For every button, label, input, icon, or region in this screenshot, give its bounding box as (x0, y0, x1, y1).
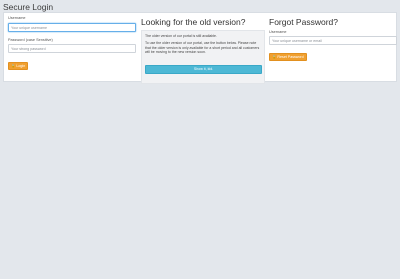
forgot-password-heading: Forgot Password? (269, 17, 338, 27)
old-version-section: Looking for the old version? The older v… (141, 13, 265, 84)
username-input[interactable]: Your unique username (8, 23, 136, 32)
login-section: Username Your unique username Password (… (8, 13, 136, 81)
forgot-username-input[interactable]: Your unique username or email (269, 36, 397, 45)
password-placeholder: Your strong password (11, 47, 46, 51)
username-placeholder: Your unique username (11, 26, 48, 30)
login-button[interactable]: 🔒 Login (8, 62, 29, 70)
reset-password-label: Reset Password (277, 55, 304, 59)
reset-password-button[interactable]: 🔒 Reset Password (269, 53, 307, 61)
show-old-version-button[interactable]: Show it, kid. (145, 65, 262, 74)
main-panel: Username Your unique username Password (… (3, 12, 397, 84)
old-version-notice: The older version of our portal is still… (141, 30, 265, 84)
forgot-password-section: Forgot Password? Username Your unique us… (269, 13, 397, 81)
login-button-label: Login (16, 64, 26, 68)
lock-icon: 🔒 (272, 55, 277, 59)
password-input[interactable]: Your strong password (8, 44, 136, 53)
forgot-username-placeholder: Your unique username or email (272, 39, 322, 43)
old-version-heading: Looking for the old version? (141, 17, 246, 27)
page-title: Secure Login (3, 2, 54, 12)
lock-icon: 🔒 (11, 64, 16, 68)
forgot-username-label: Username (269, 30, 287, 34)
old-version-line2: To use the older version of our portal, … (145, 41, 260, 55)
password-label: Password (case Sensitive) (8, 38, 53, 42)
username-label: Username (8, 16, 26, 20)
old-version-line1: The older version of our portal is still… (145, 34, 217, 38)
